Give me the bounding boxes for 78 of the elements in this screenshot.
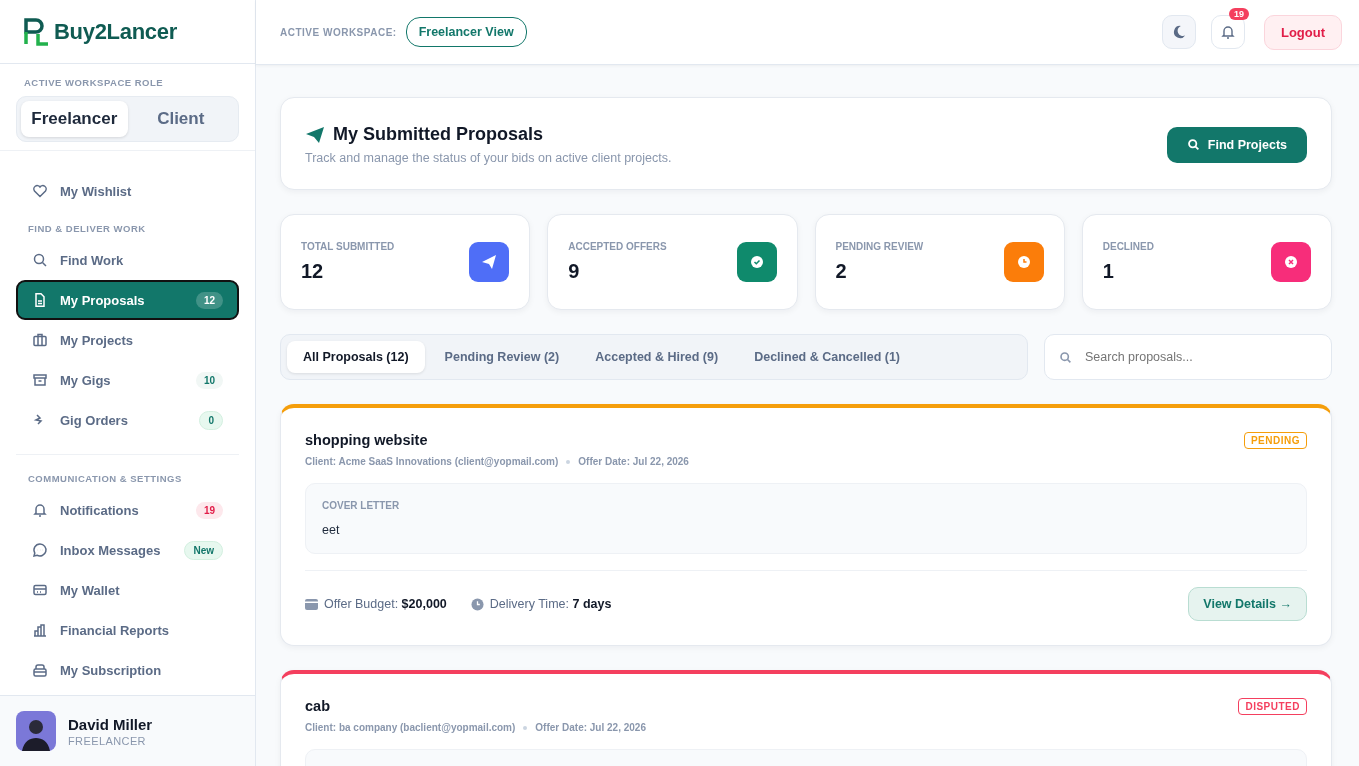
sidebar-item[interactable]: My Wishlist	[16, 171, 239, 211]
notification-badge: 19	[1228, 8, 1249, 20]
section-heading: COMMUNICATION & SETTINGS	[27, 472, 183, 486]
section-heading: FIND & DELIVER WORK	[27, 222, 147, 236]
find-projects-button[interactable]: Find Projects	[1166, 126, 1307, 163]
user-role: FREELANCER	[68, 734, 147, 747]
status-badge: PENDING	[1243, 432, 1307, 449]
sidebar-item[interactable]: My Projects	[16, 320, 239, 360]
user-name: David Miller	[68, 715, 153, 733]
workspace-chip: Freelancer View	[405, 17, 527, 47]
stat-label: PENDING REVIEW	[835, 241, 924, 252]
moon-icon	[1171, 25, 1186, 39]
nav-icon	[32, 582, 48, 598]
sidebar-item[interactable]: My Subscription	[16, 650, 239, 690]
workspace-label: ACTIVE WORKSPACE:	[280, 26, 397, 38]
logo-icon	[24, 17, 50, 46]
client-info: Client: Acme SaaS Innovations (client@yopmail.com)	[305, 456, 559, 467]
proposal-title: shopping website	[305, 432, 429, 448]
search-field[interactable]: Search proposals...	[1044, 334, 1332, 380]
paper-plane-icon	[305, 125, 325, 144]
stat-label: DECLINED	[1102, 241, 1154, 252]
filter-tab[interactable]: All Proposals (12)	[287, 341, 425, 373]
offer-date: Offer Date: Jul 22, 2026	[535, 722, 646, 733]
nav-icon	[32, 542, 48, 558]
nav-icon	[32, 183, 48, 199]
stat-value: 12	[301, 260, 325, 283]
nav-icon	[32, 502, 48, 518]
client-info: Client: ba company (baclient@yopmail.com)	[305, 722, 516, 733]
role-option[interactable]: Freelancer	[21, 101, 128, 137]
count-badge: 0	[199, 410, 223, 430]
status-badge: DISPUTED	[1238, 698, 1307, 715]
stat-label: TOTAL SUBMITTED	[301, 241, 395, 252]
page-subtitle: Track and manage the status of your bids on active client projects.	[305, 151, 672, 165]
sidebar-item[interactable]: My Wallet	[16, 570, 239, 610]
sidebar-item[interactable]: My Proposals 12	[16, 280, 239, 320]
nav-icon	[32, 252, 48, 268]
nav-icon	[32, 332, 48, 348]
bell-icon	[1219, 24, 1236, 40]
count-badge: 19	[195, 501, 223, 519]
filter-tab[interactable]: Pending Review (2)	[428, 341, 576, 373]
theme-toggle-button[interactable]	[1161, 15, 1196, 49]
notifications-button[interactable]	[1210, 15, 1245, 49]
sidebar-item[interactable]: Find Work	[16, 240, 239, 280]
count-badge: 12	[195, 291, 223, 309]
stat-value: 9	[568, 260, 581, 283]
nav-icon	[32, 372, 48, 388]
count-badge: New	[184, 540, 223, 560]
stat-value: 1	[1102, 260, 1115, 283]
nav-icon	[32, 292, 48, 308]
filter-tab[interactable]: Accepted & Hired (9)	[579, 341, 735, 373]
offer-budget: Offer Budget: $20,000	[324, 597, 447, 611]
avatar	[16, 711, 56, 751]
sidebar-item[interactable]: My Gigs 10	[16, 360, 239, 400]
section-heading: ACTIVE WORKSPACE ROLE	[23, 77, 165, 88]
cover-letter-text: eet	[322, 523, 341, 537]
sidebar-item[interactable]: Notifications 19	[16, 490, 239, 530]
stat-label: ACCEPTED OFFERS	[568, 241, 667, 252]
stat-value: 2	[835, 260, 848, 283]
clock-icon	[470, 597, 484, 611]
proposal-title: cab	[305, 698, 331, 714]
offer-date: Offer Date: Jul 22, 2026	[578, 456, 689, 467]
search-icon	[1059, 350, 1072, 364]
sidebar-item[interactable]: Gig Orders 0	[16, 400, 239, 440]
sidebar-item[interactable]: Financial Reports	[16, 610, 239, 650]
sidebar-item[interactable]: Inbox Messages New	[16, 530, 239, 570]
page-title: My Submitted Proposals	[333, 124, 544, 145]
role-option[interactable]: Client	[127, 101, 234, 137]
filter-tab[interactable]: Declined & Cancelled (1)	[738, 341, 917, 373]
nav-icon	[32, 622, 48, 638]
count-badge: 10	[195, 371, 223, 389]
wallet-icon	[305, 598, 318, 610]
delivery-time: Delivery Time: 7 days	[489, 597, 612, 611]
logout-button[interactable]: Logout	[1263, 14, 1342, 50]
search-icon	[1186, 138, 1200, 151]
nav-icon	[32, 662, 48, 678]
cover-letter-label: COVER LETTER	[322, 500, 401, 511]
view-details-button[interactable]: View Details →	[1188, 587, 1307, 621]
brand-logo: Buy2Lancer	[54, 18, 177, 45]
